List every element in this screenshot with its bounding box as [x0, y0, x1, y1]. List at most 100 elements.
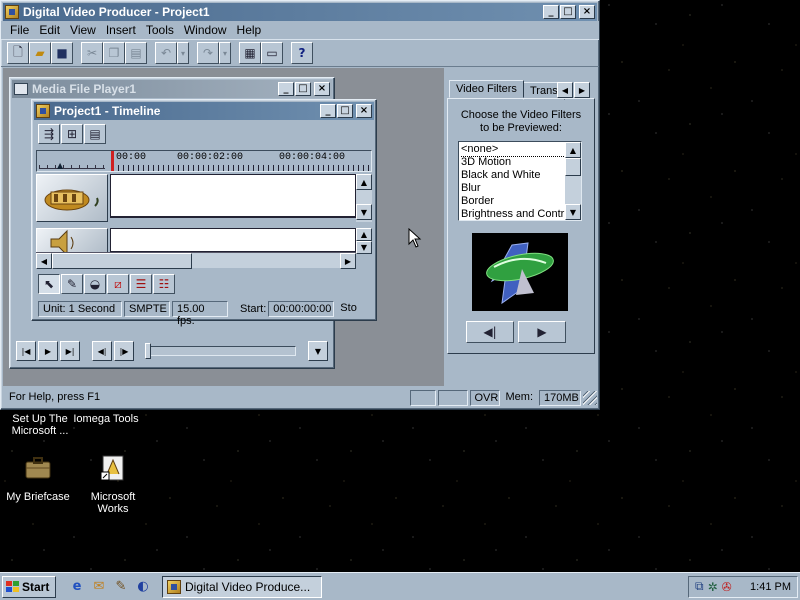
tab-scroll-left[interactable]: ◀ [557, 82, 573, 98]
preview-rewind-button[interactable]: ◀| [466, 321, 514, 343]
menu-edit[interactable]: Edit [34, 23, 65, 37]
media-position-slider[interactable] [145, 343, 296, 359]
play-button[interactable]: ▶ [38, 341, 58, 361]
scroll-left-button[interactable]: ◀ [36, 253, 52, 269]
preview-play-button[interactable]: ▶ [518, 321, 566, 343]
quick-launch-ie[interactable]: e [68, 578, 86, 596]
desktop-icon-iomega-tools[interactable]: Iomega Tools [66, 413, 146, 425]
scheduler-icon[interactable]: ✲ [708, 580, 718, 594]
open-folder-icon: ▰ [35, 46, 45, 60]
close-button[interactable]: × [356, 104, 372, 118]
split-tool[interactable]: ☰ [130, 274, 152, 294]
scroll-thumb[interactable] [565, 158, 581, 176]
video-track-lane[interactable] [110, 174, 356, 218]
close-button[interactable]: × [579, 5, 595, 19]
maximize-button[interactable]: □ [295, 82, 311, 96]
undo-dropdown-button[interactable]: ▾ [177, 42, 189, 64]
audio-tool[interactable]: ◒ [84, 274, 106, 294]
scroll-up-button[interactable]: ▲ [356, 228, 372, 241]
undo-button[interactable]: ↶ [155, 42, 177, 64]
timeline-titlebar[interactable]: Project1 - Timeline _ □ × [34, 102, 374, 120]
scroll-up-button[interactable]: ▲ [356, 174, 372, 190]
cut-button[interactable]: ✂ [81, 42, 103, 64]
menu-help[interactable]: Help [232, 23, 267, 37]
skip-forward-icon: ▶| [65, 346, 75, 356]
select-tool[interactable]: ⬉ [38, 274, 60, 294]
scroll-down-button[interactable]: ▼ [565, 204, 581, 220]
draw-tool[interactable]: ✎ [61, 274, 83, 294]
time-ruler[interactable]: ▲ 00:00 00:00:02:00 00:00:04:00 [36, 150, 372, 172]
add-track-button[interactable]: ⊞ [61, 124, 83, 144]
filter-item[interactable]: Black and White [461, 169, 565, 182]
desktop-icon-my-briefcase[interactable]: My Briefcase [0, 452, 78, 503]
minimize-button[interactable]: _ [543, 5, 559, 19]
menu-view[interactable]: View [65, 23, 101, 37]
track-settings-button[interactable]: ▤ [84, 124, 106, 144]
tab-scroll-right[interactable]: ▶ [574, 82, 590, 98]
monitor-button[interactable]: ▭ [261, 42, 283, 64]
antivirus-icon[interactable]: ✇ [722, 580, 732, 594]
scroll-thumb[interactable] [52, 253, 192, 269]
insert-media-button[interactable]: ⇶ [38, 124, 60, 144]
network-icon[interactable]: ⧉ [695, 579, 704, 594]
minimize-button[interactable]: _ [320, 104, 336, 118]
filter-item[interactable]: Blur [461, 182, 565, 195]
main-titlebar[interactable]: Digital Video Producer - Project1 _ □ × [3, 3, 597, 21]
copy-button[interactable]: ❐ [103, 42, 125, 64]
save-button[interactable]: ■ [51, 42, 73, 64]
slider-thumb[interactable] [145, 343, 151, 359]
redo-dropdown-button[interactable]: ▾ [219, 42, 231, 64]
context-help-button[interactable]: ? [291, 42, 313, 64]
quick-launch-channels[interactable]: ◐ [134, 578, 152, 596]
playhead-marker[interactable] [111, 151, 114, 171]
media-player-titlebar[interactable]: Media File Player1 _ □ × [12, 80, 332, 98]
quick-launch-desktop[interactable]: ✎ [112, 578, 130, 596]
scroll-right-button[interactable]: ▶ [340, 253, 356, 269]
minimize-button[interactable]: _ [278, 82, 294, 96]
clock[interactable]: 1:41 PM [750, 581, 791, 593]
audio-track-header[interactable] [36, 228, 108, 254]
paste-button[interactable]: ▤ [125, 42, 147, 64]
start-button[interactable]: Start [2, 575, 56, 598]
menu-tools[interactable]: Tools [141, 23, 179, 37]
menu-insert[interactable]: Insert [101, 23, 141, 37]
video-track-scrollbar[interactable]: ▲ ▼ [356, 174, 372, 222]
step-back-button[interactable]: ◀| [92, 341, 112, 361]
close-button[interactable]: × [314, 82, 330, 96]
maximize-button[interactable]: □ [337, 104, 353, 118]
scroll-down-button[interactable]: ▼ [356, 204, 372, 220]
timeline-button[interactable]: ▦ [239, 42, 261, 64]
filter-item[interactable]: Border [461, 195, 565, 208]
filter-preview-image [472, 233, 568, 311]
tab-video-filters[interactable]: Video Filters [449, 80, 524, 98]
task-digital-video-producer[interactable]: Digital Video Produce... [162, 575, 322, 598]
go-to-start-button[interactable]: |◀ [16, 341, 36, 361]
go-to-end-button[interactable]: ▶| [60, 341, 80, 361]
media-options-dropdown[interactable]: ▼ [308, 341, 328, 361]
desktop-icon-microsoft-works[interactable]: Microsoft Works [73, 452, 153, 515]
filter-list[interactable]: <none> 3D Motion Black and White Blur Bo… [458, 141, 582, 221]
filter-item[interactable]: 3D Motion [461, 156, 565, 169]
menu-window[interactable]: Window [179, 23, 232, 37]
video-track-header[interactable] [36, 174, 108, 222]
filter-list-scrollbar[interactable]: ▲ ▼ [565, 142, 581, 220]
audio-track-lane[interactable] [110, 228, 356, 252]
timeline-tools: ⬉ ✎ ◒ ⧄ ☰ ☷ [38, 274, 175, 294]
new-button[interactable]: 🗋 [7, 42, 29, 64]
audio-track-scrollbar[interactable]: ▲ ▼ [356, 228, 372, 254]
filter-item[interactable]: <none> [461, 143, 565, 157]
delete-tool[interactable]: ⧄ [107, 274, 129, 294]
ruler-zoom-control[interactable] [39, 153, 105, 169]
quick-launch-outlook[interactable]: ✉ [90, 578, 108, 596]
scroll-up-button[interactable]: ▲ [565, 142, 581, 158]
maximize-button[interactable]: □ [560, 5, 576, 19]
step-forward-button[interactable]: |▶ [114, 341, 134, 361]
filter-item[interactable]: Brightness and Contr [461, 208, 565, 220]
redo-button[interactable]: ↷ [197, 42, 219, 64]
open-button[interactable]: ▰ [29, 42, 51, 64]
scroll-down-button[interactable]: ▼ [356, 241, 372, 254]
trim-tool[interactable]: ☷ [153, 274, 175, 294]
menu-file[interactable]: File [5, 23, 34, 37]
timeline-hscrollbar[interactable]: ◀ ▶ [36, 252, 356, 269]
size-grip[interactable] [583, 391, 597, 405]
